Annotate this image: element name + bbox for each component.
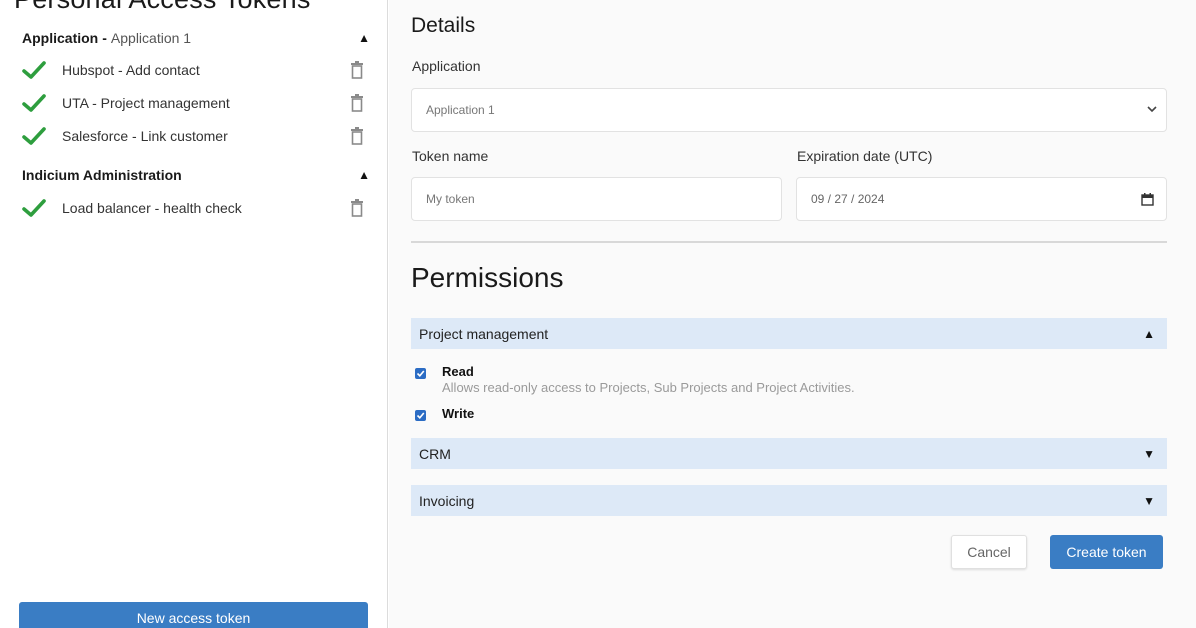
expiration-date-label: Expiration date (UTC) (797, 148, 933, 164)
caret-up-icon[interactable]: ▲ (358, 168, 370, 182)
check-icon (22, 59, 50, 81)
trash-icon[interactable] (350, 199, 364, 217)
application-select-value: Application 1 (426, 103, 495, 117)
token-name-input[interactable]: My token (411, 177, 782, 221)
application-select[interactable]: Application 1 (411, 88, 1167, 132)
group-header-indicium-administration[interactable]: Indicium Administration ▲ (22, 165, 370, 185)
section-name: Project management (419, 325, 549, 342)
permission-write-row: Write (415, 406, 474, 421)
token-label: Salesforce - Link customer (62, 128, 228, 144)
caret-down-icon[interactable]: ▼ (1143, 494, 1155, 508)
expiration-date-value: 09 / 27 / 2024 (811, 192, 885, 206)
caret-down-icon[interactable]: ▼ (1143, 447, 1155, 461)
group-name: Application (22, 30, 99, 46)
new-access-token-button[interactable]: New access token (19, 602, 368, 628)
permission-read-row: Read Allows read-only access to Projects… (415, 364, 855, 395)
caret-up-icon[interactable]: ▲ (358, 31, 370, 45)
permission-name: Read (442, 364, 474, 379)
permission-read-text: Read Allows read-only access to Projects… (442, 364, 855, 395)
caret-up-icon[interactable]: ▲ (1143, 327, 1155, 341)
group-header-application[interactable]: Application - Application 1 ▲ (22, 28, 370, 48)
check-icon (22, 92, 50, 114)
group-name: Indicium Administration (22, 167, 182, 183)
details-heading: Details (411, 14, 476, 37)
permission-section-project-management[interactable]: Project management ▲ (411, 318, 1167, 349)
token-item[interactable]: Hubspot - Add contact (22, 58, 370, 82)
token-item[interactable]: Salesforce - Link customer (22, 124, 370, 148)
permissions-heading: Permissions (411, 262, 564, 293)
token-item[interactable]: UTA - Project management (22, 91, 370, 115)
application-label: Application (412, 58, 481, 74)
section-name: Invoicing (419, 492, 475, 509)
chevron-down-icon (1146, 103, 1158, 118)
section-divider (411, 241, 1167, 243)
permission-section-crm[interactable]: CRM ▼ (411, 438, 1167, 469)
group-separator: - (102, 30, 107, 46)
token-form-panel: Details Application Application 1 Token … (389, 0, 1196, 628)
permission-section-invoicing[interactable]: Invoicing ▼ (411, 485, 1167, 516)
trash-icon[interactable] (350, 127, 364, 145)
group-subtitle: Application 1 (110, 30, 192, 46)
cancel-button[interactable]: Cancel (951, 535, 1027, 569)
trash-icon[interactable] (350, 61, 364, 79)
check-icon (22, 125, 50, 147)
read-checkbox[interactable] (415, 368, 426, 379)
section-name: CRM (419, 445, 451, 462)
permission-description: Allows read-only access to Projects, Sub… (442, 380, 855, 395)
write-checkbox[interactable] (415, 410, 426, 421)
token-label: Hubspot - Add contact (62, 62, 200, 78)
sidebar-title: Personal Access Tokens (14, 0, 311, 15)
token-name-placeholder: My token (426, 192, 475, 206)
token-item[interactable]: Load balancer - health check (22, 196, 370, 220)
expiration-date-input[interactable]: 09 / 27 / 2024 (796, 177, 1167, 221)
token-sidebar: Personal Access Tokens Application - App… (0, 0, 388, 628)
calendar-icon[interactable] (1141, 193, 1154, 209)
token-name-label: Token name (412, 148, 489, 164)
permission-write-text: Write (442, 406, 474, 421)
permission-name: Write (442, 406, 475, 421)
token-label: UTA - Project management (62, 95, 230, 111)
check-icon (22, 197, 50, 219)
create-token-button[interactable]: Create token (1050, 535, 1163, 569)
token-label: Load balancer - health check (62, 200, 242, 216)
trash-icon[interactable] (350, 94, 364, 112)
